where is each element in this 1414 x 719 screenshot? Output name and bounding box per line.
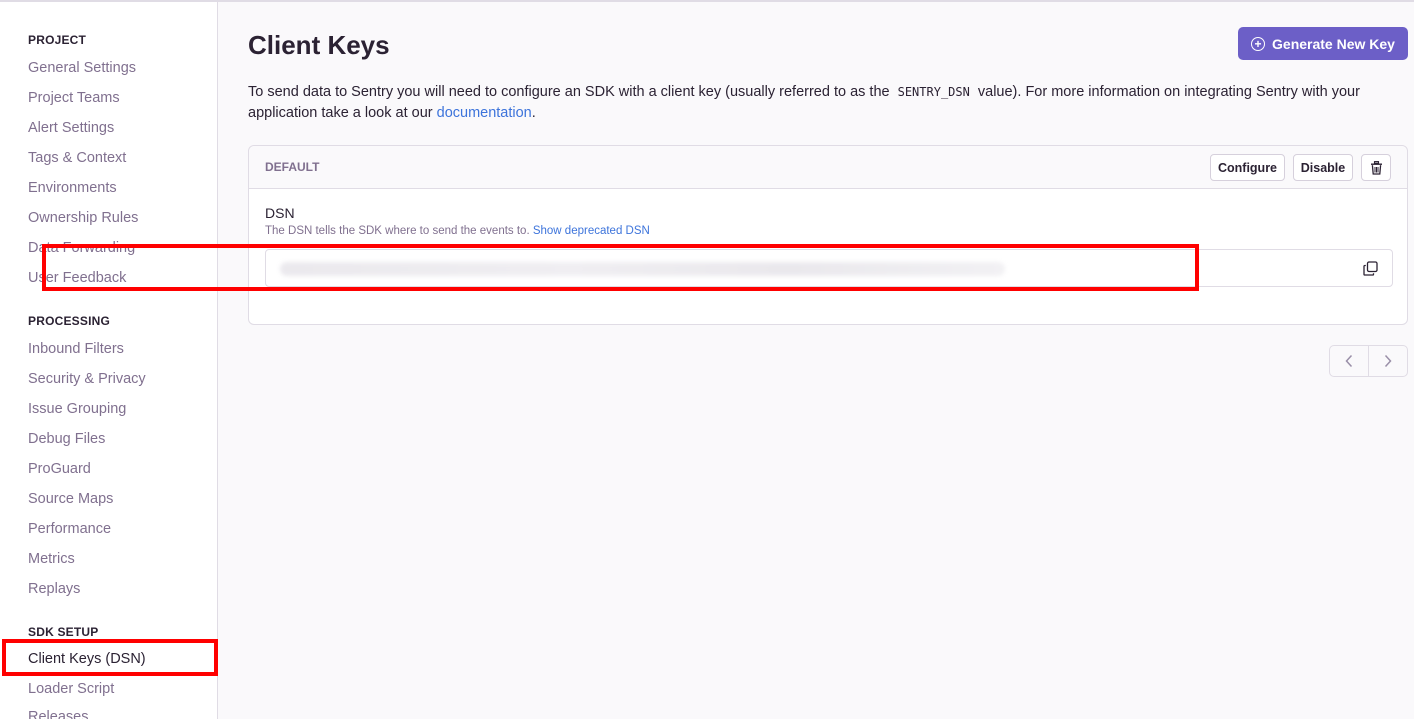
dsn-label: DSN [265,205,295,221]
disable-button[interactable]: Disable [1293,154,1353,181]
sidebar-item-general-settings[interactable]: General Settings [28,60,136,76]
settings-sidebar: PROJECT General Settings Project Teams A… [0,2,218,719]
sidebar-item-releases[interactable]: Releases [28,709,88,719]
dsn-help-description: The DSN tells the SDK where to send the … [265,225,530,237]
dsn-help-text: The DSN tells the SDK where to send the … [265,225,650,237]
show-deprecated-dsn-link[interactable]: Show deprecated DSN [533,225,650,237]
sidebar-item-proguard[interactable]: ProGuard [28,461,91,477]
intro-text-before: To send data to Sentry you will need to … [248,84,890,100]
key-name: DEFAULT [265,160,320,174]
configure-button[interactable]: Configure [1210,154,1285,181]
main-content: Client Keys + Generate New Key To send d… [219,2,1414,719]
page-title: Client Keys [248,30,390,60]
chevron-right-icon [1384,354,1392,368]
chevron-left-icon [1345,354,1352,368]
sidebar-item-environments[interactable]: Environments [28,180,117,196]
sidebar-section-sdk-setup: SDK SETUP [28,625,99,639]
sidebar-item-alert-settings[interactable]: Alert Settings [28,120,114,136]
intro-text-after: . [531,105,536,121]
generate-new-key-button[interactable]: + Generate New Key [1238,27,1408,60]
panel-header: DEFAULT Configure Disable [249,146,1407,189]
sidebar-section-project: PROJECT [28,33,87,47]
sidebar-item-debug-files[interactable]: Debug Files [28,431,105,447]
sidebar-item-issue-grouping[interactable]: Issue Grouping [28,401,126,417]
sidebar-item-metrics[interactable]: Metrics [28,551,75,567]
plus-circle-icon: + [1251,36,1266,51]
highlight-box-client-keys [2,639,218,676]
copy-icon[interactable] [1363,261,1378,276]
highlight-box-dsn [42,244,1199,291]
sentry-dsn-code: SENTRY_DSN [897,85,970,99]
sidebar-item-performance[interactable]: Performance [28,521,111,537]
pagination [1329,345,1408,377]
documentation-link[interactable]: documentation [437,105,532,121]
intro-text: To send data to Sentry you will need to … [248,82,1388,124]
sidebar-section-processing: PROCESSING [28,314,111,328]
sidebar-item-replays[interactable]: Replays [28,581,80,597]
next-page-button[interactable] [1369,346,1408,376]
sidebar-item-source-maps[interactable]: Source Maps [28,491,113,507]
client-key-panel: DEFAULT Configure Disable DSN The DSN te… [248,145,1408,325]
sidebar-item-project-teams[interactable]: Project Teams [28,90,120,106]
trash-icon [1370,160,1382,175]
sidebar-item-security-privacy[interactable]: Security & Privacy [28,371,146,387]
sidebar-item-inbound-filters[interactable]: Inbound Filters [28,341,124,357]
sidebar-item-loader-script[interactable]: Loader Script [28,681,114,697]
sidebar-item-tags-context[interactable]: Tags & Context [28,150,126,166]
app-window: PROJECT General Settings Project Teams A… [0,0,1414,719]
delete-key-button[interactable] [1361,154,1391,181]
previous-page-button[interactable] [1330,346,1369,376]
sidebar-item-ownership-rules[interactable]: Ownership Rules [28,210,138,226]
generate-new-key-label: Generate New Key [1272,35,1395,52]
